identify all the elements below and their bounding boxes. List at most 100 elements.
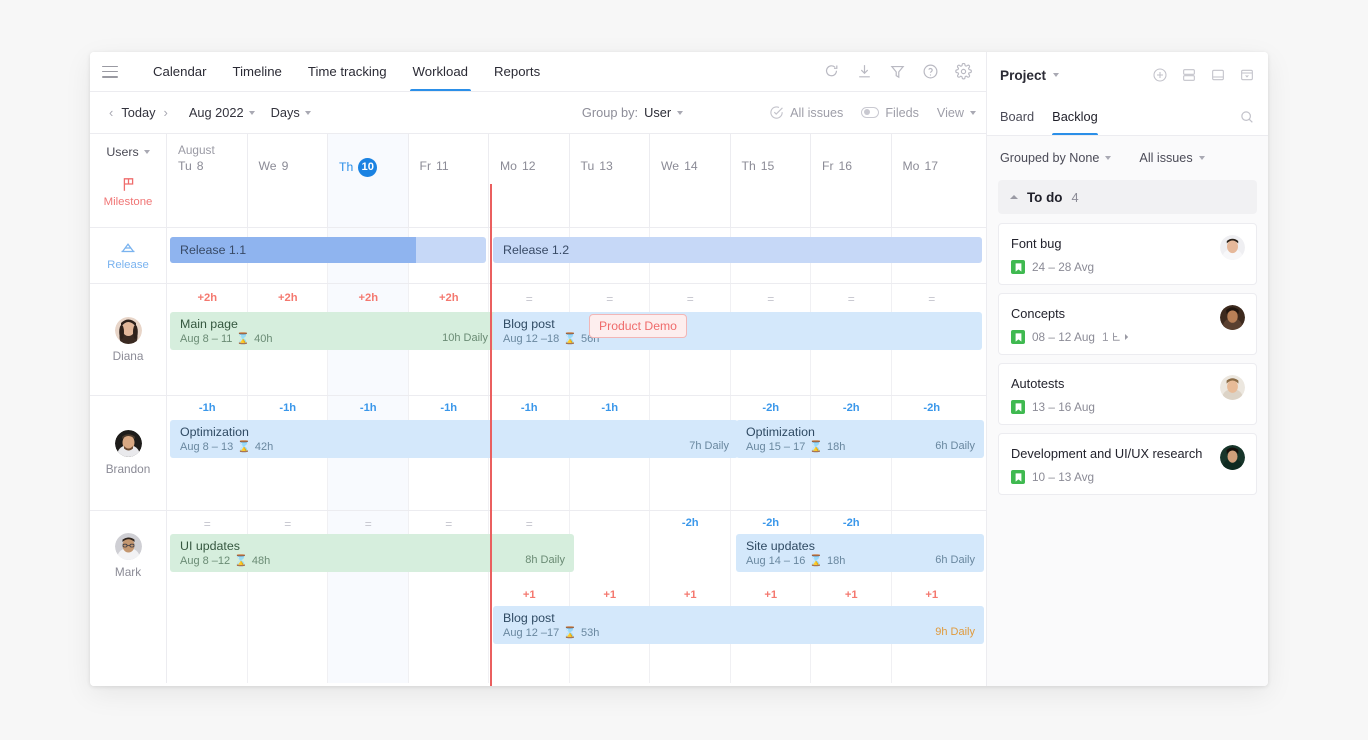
task-bar-main-page[interactable]: Main page Aug 8 – 11 ⌛ 40h 10h Daily	[170, 312, 497, 350]
tab-board[interactable]: Board	[1000, 98, 1034, 135]
day-header-we-9[interactable]: We9	[248, 134, 329, 227]
month-label-spacer	[500, 143, 569, 158]
refresh-icon[interactable]	[823, 63, 840, 80]
user-cell-diana[interactable]: Diana	[90, 284, 167, 395]
view-selector[interactable]: View	[937, 106, 976, 120]
task-title: Blog post	[503, 317, 973, 332]
release-label: Release	[107, 259, 149, 271]
day-header-tu-8[interactable]: AugustTu8	[167, 134, 248, 227]
tab-time-tracking[interactable]: Time tracking	[295, 52, 400, 91]
day-label: We14	[661, 158, 730, 175]
month-label: August	[178, 143, 247, 158]
day-of-week: Tu	[581, 158, 595, 175]
todo-section-header[interactable]: To do 4	[998, 180, 1257, 214]
task-bar-site-updates[interactable]: Site updates Aug 14 – 16 ⌛ 18h 6h Daily	[736, 534, 984, 572]
task-bar-optimization-1[interactable]: Optimization Aug 8 – 13 ⌛ 42h 7h Daily	[170, 420, 738, 458]
zoom-selector[interactable]: Days	[271, 105, 311, 120]
month-label-spacer	[581, 143, 650, 158]
release-bar-2[interactable]: Release 1.2	[493, 237, 982, 263]
day-header-we-14[interactable]: We14	[650, 134, 731, 227]
hamburger-icon[interactable]	[102, 66, 118, 78]
day-of-week: Fr	[822, 158, 834, 175]
user-cell-brandon[interactable]: Brandon	[90, 396, 167, 510]
workload-marker: -1h	[489, 402, 570, 414]
milestone-row-label[interactable]: Milestone	[104, 177, 153, 208]
day-header-th-15[interactable]: Th15	[731, 134, 812, 227]
day-header-tu-13[interactable]: Tu13	[570, 134, 651, 227]
day-header-fr-11[interactable]: Fr11	[409, 134, 490, 227]
milestone-chip[interactable]: Product Demo	[589, 314, 687, 338]
download-icon[interactable]	[856, 63, 873, 80]
prev-period-button[interactable]: ‹	[104, 105, 118, 120]
release-row-label[interactable]: Release	[90, 228, 167, 283]
panel-icons	[1152, 67, 1255, 83]
day-header-fr-16[interactable]: Fr16	[811, 134, 892, 227]
day-number: 15	[761, 158, 775, 175]
help-icon[interactable]	[922, 63, 939, 80]
gear-icon[interactable]	[955, 63, 972, 80]
list-item[interactable]: Concepts 08 – 12 Aug 1	[998, 293, 1257, 355]
tab-timeline[interactable]: Timeline	[220, 52, 295, 91]
all-issues-filter[interactable]: All issues	[769, 105, 843, 120]
next-period-button[interactable]: ›	[159, 105, 173, 120]
collapse-icon[interactable]	[1239, 67, 1255, 83]
project-selector[interactable]: Project	[1000, 68, 1059, 83]
day-header-th-10[interactable]: Th10	[328, 134, 409, 227]
all-issues-selector[interactable]: All issues	[1139, 151, 1204, 165]
workload-marker: +1	[731, 589, 812, 601]
task-daily: 9h Daily	[935, 626, 975, 638]
workload-marker: +2h	[167, 292, 248, 306]
tab-board-label: Board	[1000, 109, 1034, 124]
group-by-selector[interactable]: Group by: User	[582, 105, 683, 120]
list-item[interactable]: Font bug 24 – 28 Avg	[998, 223, 1257, 285]
list-item[interactable]: Development and UI/UX research 10 – 13 A…	[998, 433, 1257, 495]
month-label-spacer	[259, 143, 328, 158]
task-bar-ui-updates[interactable]: UI updates Aug 8 –12 ⌛ 48h 8h Daily	[170, 534, 574, 572]
workload-marker: +2h	[248, 292, 329, 306]
task-bar-optimization-2[interactable]: Optimization Aug 15 – 17 ⌛ 18h 6h Daily	[736, 420, 984, 458]
todo-section-count: 4	[1071, 190, 1078, 205]
release-bar-1[interactable]: Release 1.1	[170, 237, 486, 263]
user-name-brandon: Brandon	[106, 462, 151, 476]
day-header-mo-17[interactable]: Mo17	[892, 134, 973, 227]
chevron-down-icon	[677, 111, 683, 115]
tab-reports[interactable]: Reports	[481, 52, 553, 91]
task-hours: 18h	[827, 440, 845, 454]
task-bar-blog-post-mark[interactable]: Blog post Aug 12 –17 ⌛ 53h 9h Daily	[493, 606, 984, 644]
day-label: Th15	[742, 158, 811, 175]
task-bar-blog-post-diana[interactable]: Blog post Aug 12 –18 ⌛ 56h	[493, 312, 982, 350]
main-panel: Calendar Timeline Time tracking Workload…	[90, 52, 987, 686]
day-of-week: Fr	[420, 158, 432, 175]
add-icon[interactable]	[1152, 67, 1168, 83]
user-cell-mark[interactable]: Mark	[90, 511, 167, 683]
tab-workload[interactable]: Workload	[400, 52, 481, 91]
release-row: Release	[90, 228, 986, 284]
search-icon[interactable]	[1239, 109, 1255, 125]
check-circle-icon	[769, 105, 784, 120]
task-dates: Aug 8 – 11	[180, 332, 232, 346]
hourglass-icon: ⌛	[563, 626, 577, 640]
day-header-mo-12[interactable]: Mo12	[489, 134, 570, 227]
month-selector[interactable]: Aug 2022	[189, 105, 255, 120]
tab-backlog[interactable]: Backlog	[1052, 98, 1098, 135]
chevron-up-icon	[1010, 195, 1018, 199]
task-meta: Aug 8 – 13 ⌛ 42h	[180, 440, 729, 454]
todo-section-title: To do	[1027, 190, 1062, 205]
grouped-by-selector[interactable]: Grouped by None	[1000, 151, 1111, 165]
task-title: Main page	[180, 317, 488, 332]
day-number: 14	[684, 158, 698, 175]
card-title: Development and UI/UX research	[1011, 445, 1244, 462]
day-number: 8	[197, 158, 204, 175]
card-dates: 08 – 12 Aug	[1032, 330, 1095, 344]
today-button[interactable]: Today	[118, 105, 158, 120]
workload-marker: -1h	[328, 402, 409, 414]
fields-toggle[interactable]: Fileds	[861, 106, 919, 120]
split-view-icon[interactable]	[1181, 67, 1197, 83]
workload-marker	[248, 589, 329, 601]
all-issues-label: All issues	[790, 106, 843, 120]
users-selector[interactable]: Users	[106, 145, 149, 159]
filter-icon[interactable]	[889, 63, 906, 80]
tab-calendar[interactable]: Calendar	[140, 52, 220, 91]
list-item[interactable]: Autotests 13 – 16 Aug	[998, 363, 1257, 425]
panel-icon[interactable]	[1210, 67, 1226, 83]
